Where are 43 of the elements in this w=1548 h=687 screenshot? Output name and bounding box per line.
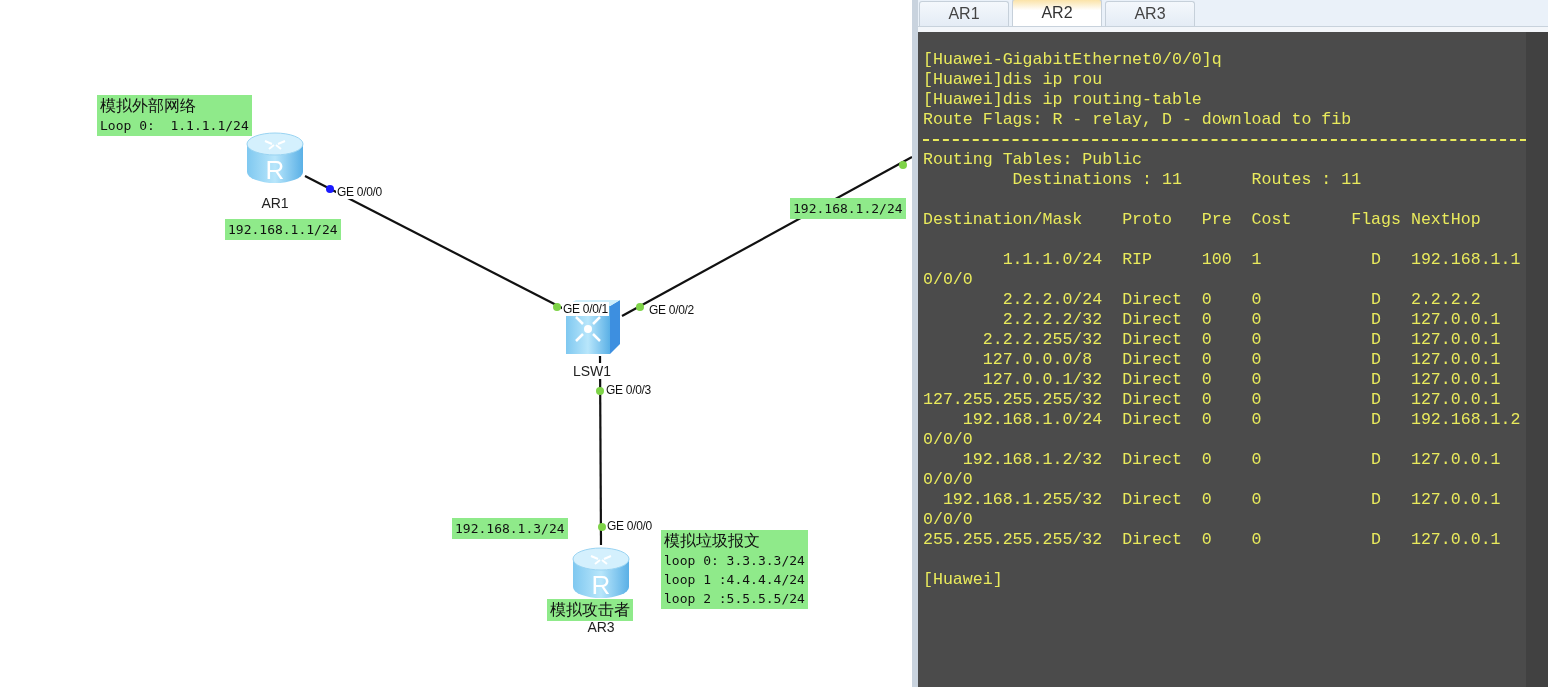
port-label: GE 0/0/1 — [562, 302, 609, 316]
console-line: 2.2.2.255/32 Direct 0 0 D 127.0.0.1 — [981, 330, 1501, 350]
console-line: [Huawei]dis ip routing-table — [923, 90, 1202, 110]
console-line: 0/0/0 — [923, 270, 973, 290]
console-line: 127.0.0.0/8 Direct 0 0 D 127.0.0.1 — [981, 350, 1501, 370]
console-line: 0/0/0 — [923, 430, 973, 450]
console-line: 192.168.1.2/32 Direct 0 0 D 127.0.0.1 — [961, 450, 1501, 470]
console-line: Route Flags: R - relay, D - download to fib — [923, 110, 1352, 130]
note-title: 模拟外部网络 — [100, 96, 197, 116]
note-text: 192.168.1.1/24 — [228, 221, 338, 239]
console-line: 2.2.2.2/32 Direct 0 0 D 127.0.0.1 — [1001, 310, 1501, 330]
console-line: 127.0.0.1/32 Direct 0 0 D 127.0.0.1 — [981, 370, 1501, 390]
port-label: GE 0/0/0 — [606, 519, 653, 533]
console-tab[interactable]: AR2 — [1012, 0, 1102, 26]
port-label: GE 0/0/0 — [336, 185, 383, 199]
scrollbar[interactable] — [1526, 32, 1548, 687]
console-line: 255.255.255.255/32 Direct 0 0 D 127.0.0.1 — [923, 530, 1501, 550]
console-tab[interactable]: AR3 — [1105, 1, 1195, 26]
note-title: 模拟垃圾报文 — [664, 531, 761, 551]
console-line: Routing Tables: Public — [923, 150, 1143, 170]
port-label: GE 0/0/3 — [605, 383, 652, 397]
console-line: 192.168.1.0/24 Direct 0 0 D 192.168.1.2 — [961, 410, 1521, 430]
console-line: 1.1.1.0/24 RIP 100 1 D 192.168.1.1 — [1001, 250, 1521, 270]
note-text: loop 0: 3.3.3.3/24 — [664, 552, 805, 570]
console-tab[interactable]: AR1 — [919, 1, 1009, 26]
port-label: GE 0/0/2 — [648, 303, 695, 317]
note-text: Loop 0: 1.1.1.1/24 — [100, 117, 249, 135]
console-line: [Huawei] — [923, 570, 1003, 590]
console-line: Destinations : 11 Routes : 11 — [1011, 170, 1362, 190]
note-text: 192.168.1.2/24 — [793, 200, 903, 218]
note-text: loop 1 :4.4.4.4/24 — [664, 571, 805, 589]
console-line: Destination/Mask Proto Pre Cost Flags NextHop — [923, 210, 1481, 230]
note-text: 192.168.1.3/24 — [455, 520, 565, 538]
note-title: 模拟攻击者 — [550, 600, 630, 620]
console-line: 0/0/0 — [923, 510, 973, 530]
console-line: 0/0/0 — [923, 470, 973, 490]
note-text: loop 2 :5.5.5.5/24 — [664, 590, 805, 608]
console-line: 2.2.2.0/24 Direct 0 0 D 2.2.2.2 — [1001, 290, 1481, 310]
console-line: 127.255.255.255/32 Direct 0 0 D 127.0.0.1 — [923, 390, 1501, 410]
console-line: [Huawei-GigabitEthernet0/0/0]q — [923, 50, 1222, 70]
console-line: [Huawei]dis ip rou — [923, 70, 1103, 90]
console-line: 192.168.1.255/32 Direct 0 0 D 127.0.0.1 — [941, 490, 1501, 510]
device-name: AR1 — [259, 195, 291, 211]
